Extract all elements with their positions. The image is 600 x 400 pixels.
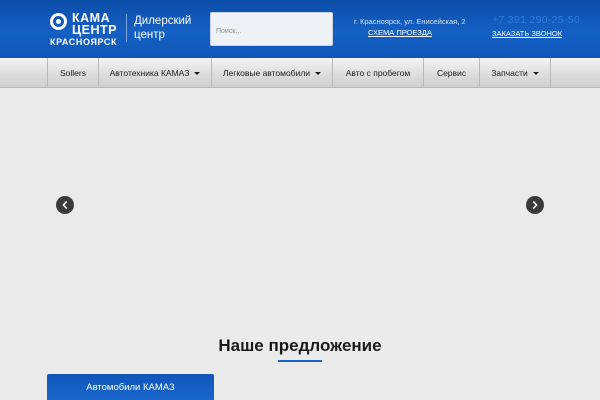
- nav-item-label: Автотехника КАМАЗ: [109, 68, 190, 78]
- kama-center-logo[interactable]: КАМА ЦЕНТР КРАСНОЯРСК: [50, 10, 120, 47]
- category-card-kamaz[interactable]: Автомобили КАМАЗ: [47, 374, 214, 400]
- chevron-down-icon: [315, 71, 322, 75]
- category-card-label: Автомобили КАМАЗ: [86, 381, 175, 393]
- main-nav: Sollers Автотехника КАМАЗ Легковые автом…: [0, 58, 600, 88]
- nav-item-label: Сервис: [436, 68, 467, 78]
- slider-prev-button[interactable]: [56, 196, 74, 214]
- chevron-left-icon: [62, 201, 67, 209]
- search-input[interactable]: [210, 12, 333, 46]
- dealer-center-label: Дилерский центр: [134, 15, 192, 41]
- nav-item-label: Легковые автомобили: [222, 68, 311, 78]
- logo-text-line3: КРАСНОЯРСК: [50, 37, 118, 47]
- address-text: г. Красноярск, ул. Енисейская, 2: [354, 17, 466, 26]
- offer-section-title: Наше предложение: [218, 336, 382, 355]
- logo-text-line2: ЦЕНТР: [72, 23, 117, 37]
- nav-item-service[interactable]: Сервис: [423, 58, 479, 88]
- chevron-down-icon: [532, 71, 539, 75]
- slider-next-button[interactable]: [526, 196, 544, 214]
- nav-item-sollers[interactable]: Sollers: [47, 58, 98, 88]
- offer-title-underline: [278, 360, 322, 362]
- nav-item-used-cars[interactable]: Авто с пробегом: [332, 58, 423, 88]
- nav-item-label: Запчасти: [491, 68, 528, 78]
- nav-item-label: Авто с пробегом: [345, 68, 411, 78]
- nav-item-passenger-cars[interactable]: Легковые автомобили: [211, 58, 332, 88]
- chevron-down-icon: [194, 71, 201, 75]
- logo-ring-icon: [50, 13, 67, 30]
- site-header: КАМА ЦЕНТР КРАСНОЯРСК Дилерский центр г.…: [0, 0, 600, 58]
- nav-item-label: Sollers: [60, 68, 86, 78]
- map-link[interactable]: СХЕМА ПРОЕЗДА: [368, 28, 432, 37]
- hero-slider: [0, 89, 600, 314]
- chevron-right-icon: [533, 201, 538, 209]
- callback-link[interactable]: ЗАКАЗАТЬ ЗВОНОК: [492, 29, 562, 38]
- header-divider: [126, 14, 127, 42]
- phone-number[interactable]: +7 391 290-25-50: [492, 14, 580, 26]
- nav-item-parts[interactable]: Запчасти: [479, 58, 551, 88]
- nav-item-kamaz[interactable]: Автотехника КАМАЗ: [98, 58, 211, 88]
